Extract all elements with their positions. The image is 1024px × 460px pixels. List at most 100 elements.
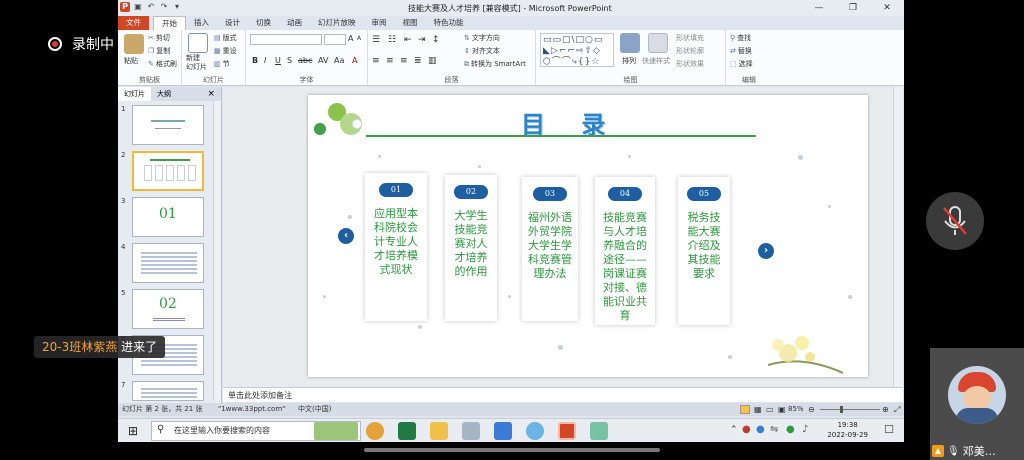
meeting-app-icon[interactable]	[494, 422, 512, 440]
reading-view-icon[interactable]: ▭	[766, 403, 774, 416]
zoom-out-icon[interactable]: ⊖	[808, 403, 815, 416]
tab-outline[interactable]: 大纲	[151, 87, 177, 101]
italic-button[interactable]: I	[264, 56, 266, 65]
copy-button[interactable]: ❐ 复制	[148, 46, 170, 56]
minimize-icon[interactable]: —	[802, 0, 836, 16]
find-button[interactable]: ⚲ 查找	[730, 33, 751, 43]
layout-button[interactable]: ▤ 版式	[214, 33, 237, 43]
new-slide-button[interactable]: 新建 幻灯片	[186, 54, 207, 72]
toc-card-2[interactable]: 02 大学生技能竞赛对人才培养的作用	[445, 175, 497, 321]
slide-thumb-4[interactable]	[132, 243, 204, 283]
slide-thumb-3[interactable]: 01	[132, 197, 204, 237]
tab-features[interactable]: 特色功能	[426, 16, 472, 30]
smartart-button[interactable]: ⧉ 转换为 SmartArt	[464, 59, 526, 69]
current-slide[interactable]: 目 录 ‹ › 01 应用型本科院校会计专业人才培养模式现状 02 大学生技能竞…	[308, 95, 868, 377]
select-button[interactable]: ⬚ 选择	[730, 59, 753, 69]
taskbar-clock[interactable]: 19:38 2022-09-29	[827, 420, 868, 440]
columns-icon[interactable]: ▥	[428, 56, 437, 66]
panel-close-icon[interactable]: ×	[201, 87, 221, 101]
paste-icon[interactable]	[124, 34, 144, 54]
align-right-icon[interactable]: ≡	[400, 56, 408, 66]
toc-card-5[interactable]: 05 税务技能大赛介绍及其技能要求	[678, 177, 730, 325]
zoom-level[interactable]: 85%	[788, 403, 804, 416]
slide-thumb-2[interactable]	[132, 151, 204, 191]
windows-start-icon[interactable]: ⊞	[128, 424, 138, 438]
text-direction-button[interactable]: ⇅ 文字方向	[464, 33, 500, 43]
shape-outline-button[interactable]: 形状轮廓	[676, 46, 704, 56]
customize-qa-icon[interactable]: ▾	[172, 2, 182, 12]
reset-button[interactable]: ▦ 重设	[214, 46, 237, 56]
line-spacing-icon[interactable]: ↕	[432, 35, 440, 45]
bullets-icon[interactable]: ☰	[372, 35, 380, 45]
zoom-thumb[interactable]	[840, 406, 843, 413]
align-left-icon[interactable]: ≡	[372, 56, 380, 66]
font-name-select[interactable]	[250, 34, 322, 45]
decrease-indent-icon[interactable]: ⇤	[404, 35, 412, 45]
shadow-button[interactable]: S	[287, 56, 292, 65]
slide-thumb-1[interactable]	[132, 105, 204, 145]
mute-button[interactable]	[926, 192, 984, 250]
slide-thumb-7[interactable]	[132, 381, 204, 401]
tray-expand-icon[interactable]: ⌃	[730, 425, 738, 435]
participant-video[interactable]: ▲ 🎙 邓美…	[930, 348, 1024, 460]
zoom-slider[interactable]	[820, 409, 880, 410]
sorter-view-icon[interactable]: ▦	[754, 403, 762, 416]
prev-arrow-icon[interactable]: ‹	[338, 228, 354, 244]
volume-icon[interactable]: ♪	[802, 424, 808, 435]
cut-button[interactable]: ✂ 剪切	[148, 33, 170, 43]
tab-slides[interactable]: 幻灯片	[118, 87, 151, 101]
redo-icon[interactable]: ↷	[159, 2, 169, 12]
shape-fill-button[interactable]: 形状填充	[676, 33, 704, 43]
tray-app-icon[interactable]: ●	[756, 424, 765, 435]
undo-icon[interactable]: ↶	[146, 2, 156, 12]
notification-icon[interactable]: ☐	[884, 423, 894, 436]
tab-design[interactable]: 设计	[217, 16, 248, 30]
quick-styles-button[interactable]: 快速样式	[642, 56, 670, 66]
browser-icon[interactable]	[526, 422, 544, 440]
fit-window-icon[interactable]: ⤢	[894, 403, 900, 416]
maximize-icon[interactable]: ❐	[836, 0, 870, 16]
notes-pane[interactable]: 单击此处添加备注	[223, 387, 903, 402]
excel-icon[interactable]	[398, 422, 416, 440]
chrome-icon[interactable]	[366, 422, 384, 440]
normal-view-icon[interactable]	[740, 405, 750, 414]
save-icon[interactable]: ▣	[133, 2, 143, 12]
toc-card-1[interactable]: 01 应用型本科院校会计专业人才培养模式现状	[365, 173, 427, 321]
panel-scrollbar[interactable]	[213, 101, 221, 401]
font-size-select[interactable]	[324, 34, 346, 45]
tray-app-icon[interactable]: ●	[742, 424, 751, 435]
tab-slideshow[interactable]: 幻灯片放映	[310, 16, 364, 30]
wechat-icon[interactable]: ●	[786, 424, 795, 435]
tab-view[interactable]: 视图	[395, 16, 426, 30]
shapes-gallery[interactable]: ▭▭▢\□○▭ ◣▷⌐⌐⇨⇧◇ ⬡⌒⌒⤷{}☆	[540, 33, 614, 67]
shrink-font-icon[interactable]: A	[357, 35, 361, 42]
font-color-button[interactable]: A	[352, 56, 357, 65]
paste-button[interactable]: 粘贴	[124, 56, 138, 66]
spacing-button[interactable]: AV	[318, 56, 328, 65]
justify-icon[interactable]: ≣	[414, 56, 422, 66]
align-center-icon[interactable]: ≡	[386, 56, 394, 66]
section-button[interactable]: ▥ 节	[214, 59, 230, 69]
quick-styles-icon[interactable]	[648, 33, 668, 53]
notes-app-icon[interactable]	[590, 422, 608, 440]
powerpoint-taskbar-icon[interactable]	[558, 422, 576, 440]
grow-font-icon[interactable]: A	[348, 34, 353, 43]
replace-button[interactable]: ⇄ 替换	[730, 46, 752, 56]
tab-file[interactable]: 文件	[118, 16, 149, 30]
app-icon[interactable]	[462, 422, 480, 440]
format-painter-button[interactable]: ✎ 格式刷	[148, 59, 177, 69]
next-arrow-icon[interactable]: ›	[758, 243, 774, 259]
underline-button[interactable]: U	[275, 56, 281, 65]
change-case-button[interactable]: Aa	[334, 56, 344, 65]
tab-insert[interactable]: 插入	[186, 16, 217, 30]
numbering-icon[interactable]: ☷	[388, 35, 396, 45]
close-icon[interactable]: ✕	[870, 0, 904, 16]
slide-thumb-5[interactable]: 02	[132, 289, 204, 329]
new-slide-icon[interactable]	[188, 33, 208, 53]
network-icon[interactable]: ⇋	[770, 424, 778, 435]
tab-review[interactable]: 审阅	[364, 16, 395, 30]
increase-indent-icon[interactable]: ⇥	[418, 35, 426, 45]
file-explorer-icon[interactable]	[430, 422, 448, 440]
shape-effects-button[interactable]: 形状效果	[676, 59, 704, 69]
toc-card-4[interactable]: 04 技能竞赛与人才培养融合的途径——岗课证赛对接、德能识业共育	[595, 177, 655, 325]
